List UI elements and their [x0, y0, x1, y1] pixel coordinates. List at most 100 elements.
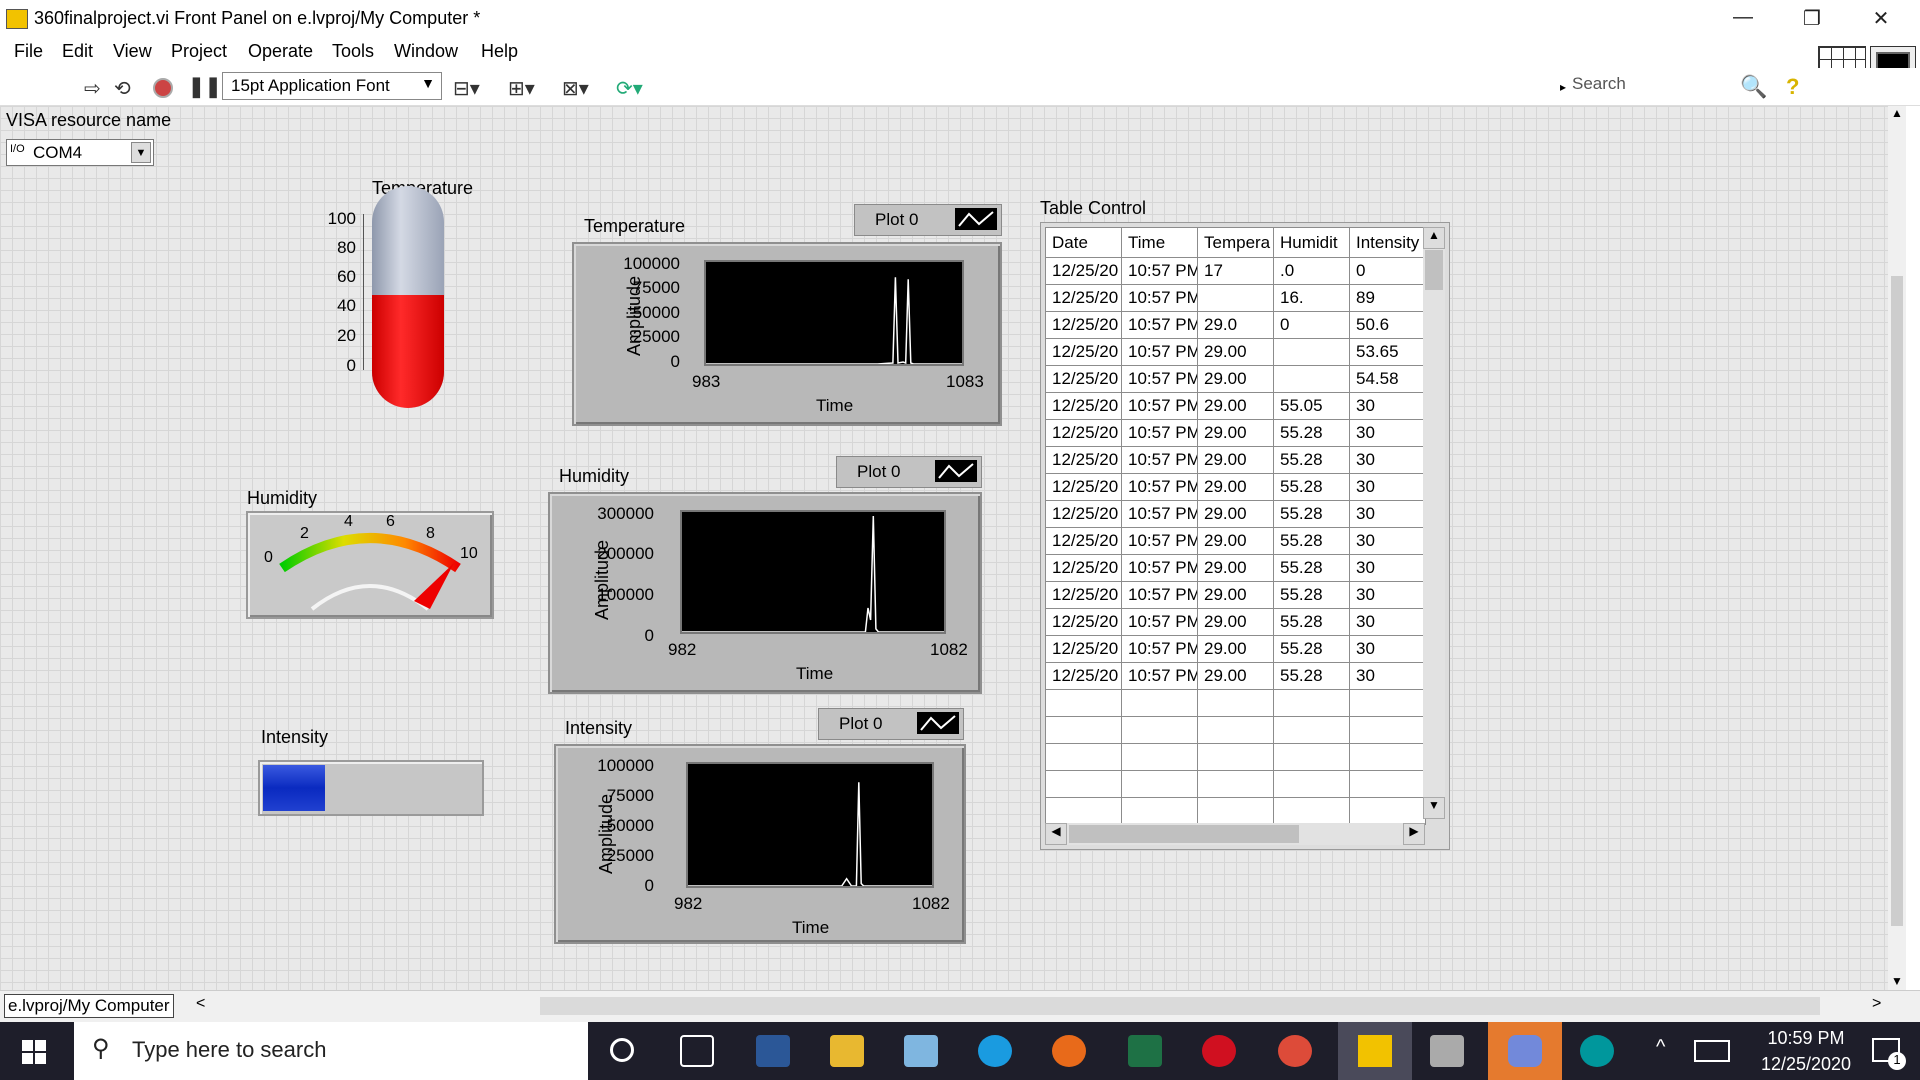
table-cell[interactable]: 55.28: [1273, 608, 1350, 636]
table-cell[interactable]: 10:57 PM: [1121, 500, 1198, 528]
table-cell[interactable]: 12/25/20: [1045, 446, 1122, 474]
table-cell[interactable]: [1121, 743, 1198, 771]
table-cell[interactable]: 55.28: [1273, 446, 1350, 474]
table-cell[interactable]: [1045, 743, 1122, 771]
table-cell[interactable]: 29.00: [1197, 365, 1274, 393]
table-row[interactable]: 12/25/20 10:57 PM 29.00 55.05 30: [1045, 392, 1426, 420]
table-vertical-scrollbar[interactable]: ▲ ▼: [1423, 227, 1445, 819]
table-cell[interactable]: 10:57 PM: [1121, 635, 1198, 663]
scroll-right-icon[interactable]: >: [1872, 995, 1881, 1013]
table-cell[interactable]: 12/25/20: [1045, 392, 1122, 420]
align-objects-icon[interactable]: ⊟▾: [453, 76, 480, 101]
task-view-icon[interactable]: [680, 1035, 714, 1067]
table-header-cell[interactable]: Humidit: [1273, 227, 1350, 258]
menu-operate[interactable]: Operate: [246, 41, 315, 62]
table-cell[interactable]: [1197, 689, 1274, 717]
table-cell[interactable]: 10:57 PM: [1121, 608, 1198, 636]
discord-taskbar-highlight[interactable]: [1488, 1022, 1562, 1080]
table-cell[interactable]: 12/25/20: [1045, 365, 1122, 393]
table-cell[interactable]: 30: [1349, 500, 1426, 528]
word-icon[interactable]: [756, 1035, 790, 1067]
firefox-icon[interactable]: [1052, 1035, 1086, 1067]
table-row[interactable]: 12/25/20 10:57 PM 29.00 55.28 30: [1045, 662, 1426, 690]
table-cell[interactable]: 30: [1349, 527, 1426, 555]
table-cell[interactable]: 10:57 PM: [1121, 257, 1198, 285]
table-cell[interactable]: 30: [1349, 554, 1426, 582]
table-cell[interactable]: 55.28: [1273, 500, 1350, 528]
printer-icon[interactable]: [1430, 1035, 1464, 1067]
table-cell[interactable]: 10:57 PM: [1121, 365, 1198, 393]
intensity-bar[interactable]: [258, 760, 484, 816]
arduino-icon[interactable]: [1580, 1035, 1614, 1067]
taskbar-search-input[interactable]: ⚲ Type here to search: [74, 1022, 588, 1080]
table-cell[interactable]: 10:57 PM: [1121, 338, 1198, 366]
table-cell[interactable]: 30: [1349, 419, 1426, 447]
excel-icon[interactable]: [1128, 1035, 1162, 1067]
table-cell[interactable]: [1045, 716, 1122, 744]
table-cell[interactable]: 55.28: [1273, 554, 1350, 582]
menu-window[interactable]: Window: [392, 41, 460, 62]
table-cell[interactable]: 29.00: [1197, 527, 1274, 555]
table-row[interactable]: 12/25/20 10:57 PM 29.00 55.28 30: [1045, 473, 1426, 501]
table-cell[interactable]: 12/25/20: [1045, 581, 1122, 609]
search-input[interactable]: Search: [1572, 74, 1748, 100]
table-row[interactable]: 12/25/20 10:57 PM 29.00 55.28 30: [1045, 527, 1426, 555]
table-cell[interactable]: 29.0: [1197, 311, 1274, 339]
table-cell[interactable]: 10:57 PM: [1121, 419, 1198, 447]
table-cell[interactable]: 29.00: [1197, 419, 1274, 447]
table-cell[interactable]: 55.28: [1273, 635, 1350, 663]
scroll-left-icon[interactable]: <: [196, 995, 205, 1013]
table-header-cell[interactable]: Time: [1121, 227, 1198, 258]
table-row[interactable]: 12/25/20 10:57 PM 29.00 55.28 30: [1045, 446, 1426, 474]
menu-file[interactable]: File: [12, 41, 45, 62]
intensity-chart[interactable]: 100000 75000 50000 25000 0 Amplitude 982…: [554, 744, 966, 944]
help-icon[interactable]: ?: [1786, 74, 1799, 100]
table-cell[interactable]: [1273, 716, 1350, 744]
search-icon[interactable]: 🔍: [1740, 74, 1767, 100]
keyboard-icon[interactable]: [1694, 1040, 1730, 1062]
table-row[interactable]: 12/25/20 10:57 PM 29.00 55.28 30: [1045, 608, 1426, 636]
table-cell[interactable]: 30: [1349, 581, 1426, 609]
notification-icon[interactable]: 1: [1872, 1038, 1906, 1070]
table-cell[interactable]: 10:57 PM: [1121, 662, 1198, 690]
table-cell[interactable]: [1349, 716, 1426, 744]
run-continuously-icon[interactable]: ⟲: [114, 76, 131, 101]
table-cell[interactable]: 10:57 PM: [1121, 392, 1198, 420]
edge-icon[interactable]: [978, 1035, 1012, 1067]
table-cell[interactable]: 12/25/20: [1045, 473, 1122, 501]
table-row[interactable]: 12/25/20 10:57 PM 29.00 53.65: [1045, 338, 1426, 366]
table-cell[interactable]: 50.6: [1349, 311, 1426, 339]
table-cell[interactable]: 55.28: [1273, 527, 1350, 555]
temp-plot-legend[interactable]: Plot 0: [854, 204, 1002, 236]
table-cell[interactable]: [1197, 797, 1274, 825]
table-cell[interactable]: [1349, 689, 1426, 717]
table-horizontal-scrollbar[interactable]: ◀ ▶: [1045, 823, 1425, 845]
table-cell[interactable]: 55.28: [1273, 581, 1350, 609]
table-cell[interactable]: 55.28: [1273, 419, 1350, 447]
table-cell[interactable]: 53.65: [1349, 338, 1426, 366]
table-row[interactable]: 12/25/20 10:57 PM 29.00 54.58: [1045, 365, 1426, 393]
table-row[interactable]: 12/25/20 10:57 PM 29.00 55.28 30: [1045, 581, 1426, 609]
table-cell[interactable]: [1273, 689, 1350, 717]
table-control[interactable]: Date Time Tempera Humidit Intensity 12/25/20…: [1040, 222, 1450, 850]
table-cell[interactable]: [1121, 689, 1198, 717]
table-row[interactable]: 12/25/20 10:57 PM 29.0 0 50.6: [1045, 311, 1426, 339]
table-cell[interactable]: [1121, 770, 1198, 798]
table-row[interactable]: [1045, 743, 1426, 771]
table-cell[interactable]: 12/25/20: [1045, 311, 1122, 339]
table-cell[interactable]: 10:57 PM: [1121, 581, 1198, 609]
table-cell[interactable]: 12/25/20: [1045, 527, 1122, 555]
table-cell[interactable]: 12/25/20: [1045, 500, 1122, 528]
table-row[interactable]: 12/25/20 10:57 PM 29.00 55.28 30: [1045, 500, 1426, 528]
table-cell[interactable]: 12/25/20: [1045, 635, 1122, 663]
table-cell[interactable]: 12/25/20: [1045, 662, 1122, 690]
pause-icon[interactable]: ❚❚: [188, 74, 222, 99]
table-cell[interactable]: 12/25/20: [1045, 257, 1122, 285]
menu-tools[interactable]: Tools: [330, 41, 376, 62]
table-cell[interactable]: 30: [1349, 608, 1426, 636]
table-cell[interactable]: 12/25/20: [1045, 419, 1122, 447]
table-row[interactable]: 12/25/20 10:57 PM 17.0 0: [1045, 257, 1426, 285]
table-cell[interactable]: 10:57 PM: [1121, 284, 1198, 312]
table-cell[interactable]: [1273, 365, 1350, 393]
table-row[interactable]: 12/25/20 10:57 PM 29.00 55.28 30: [1045, 554, 1426, 582]
